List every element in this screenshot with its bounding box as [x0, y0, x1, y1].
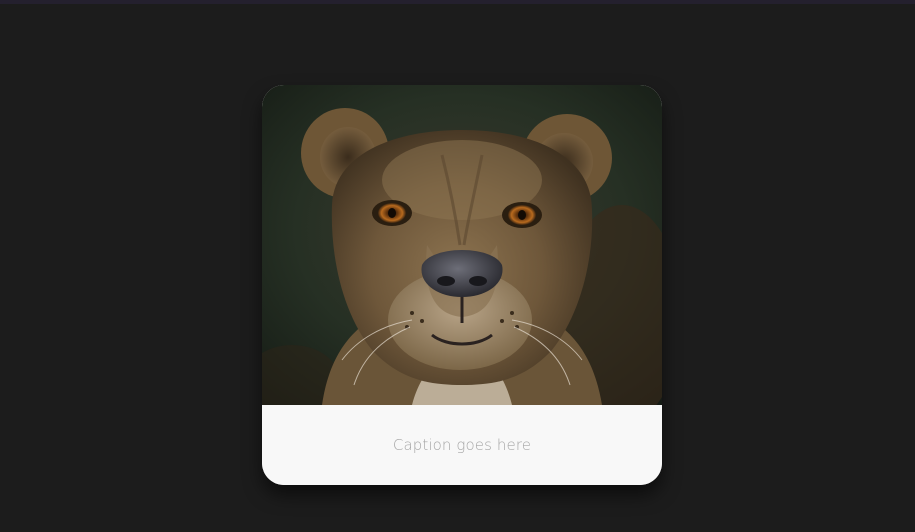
caption-area: Caption goes here — [262, 405, 662, 485]
lioness-photo — [262, 85, 662, 405]
caption-text: Caption goes here — [392, 436, 532, 454]
image-card: Caption goes here — [262, 85, 662, 485]
top-bar — [0, 0, 915, 4]
